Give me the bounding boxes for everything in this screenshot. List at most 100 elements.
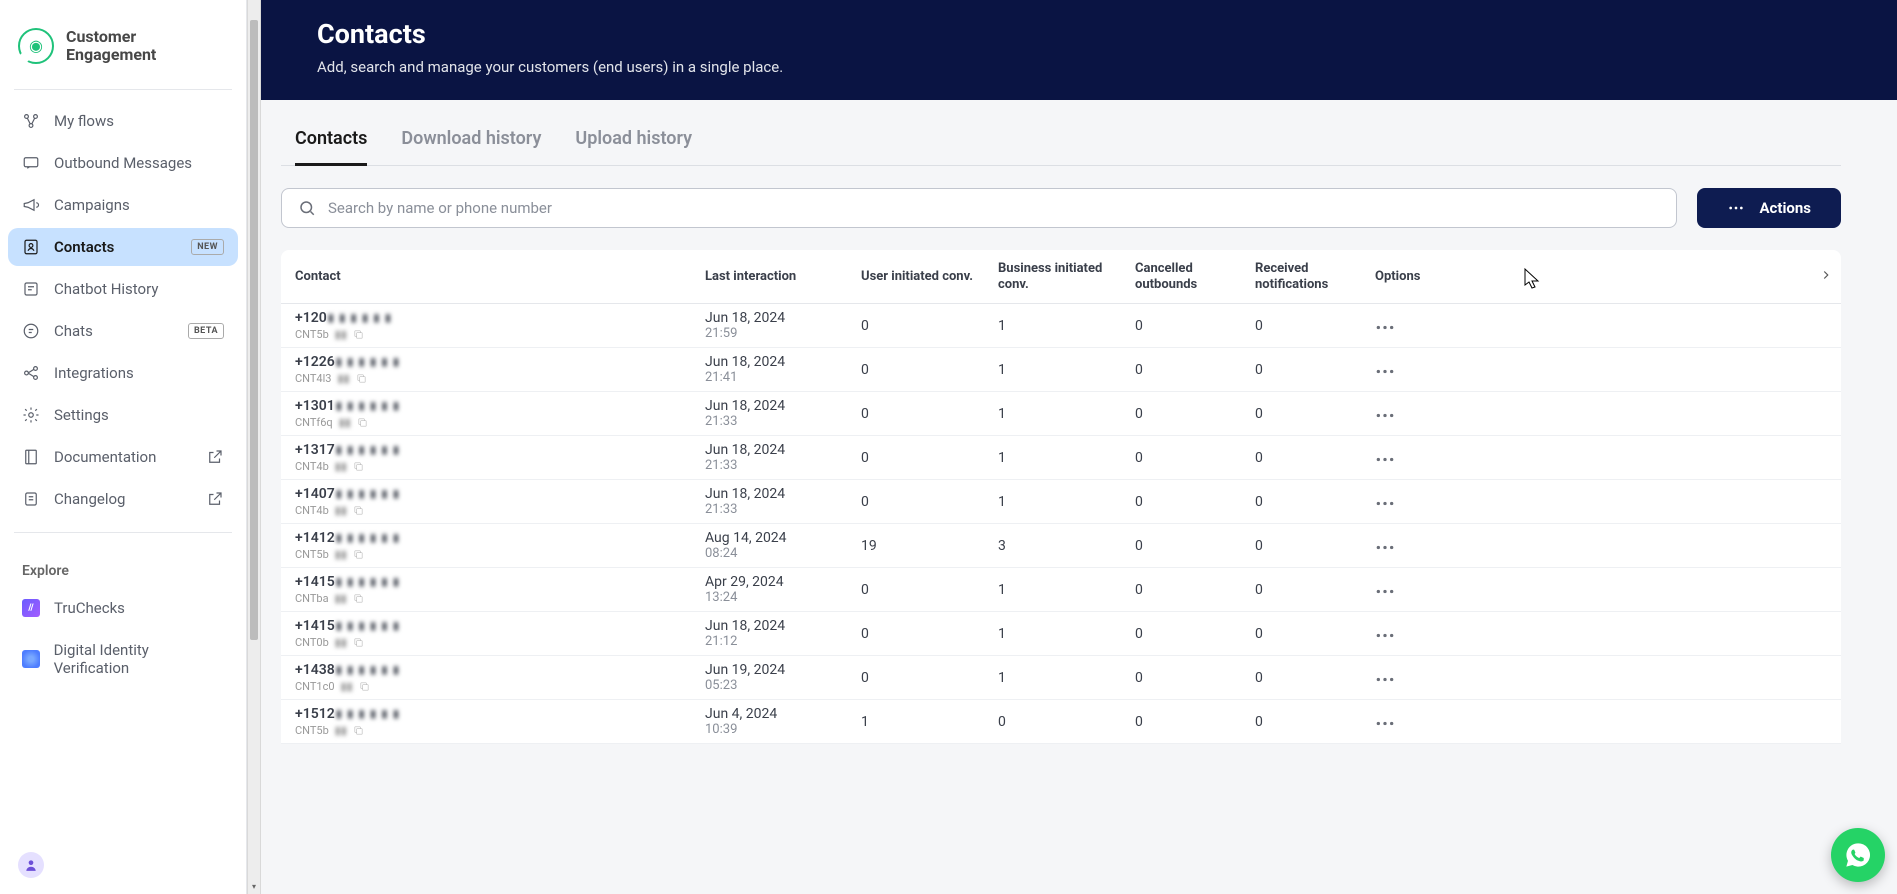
sidebar-scrollbar[interactable]: ▾ [247,0,261,894]
last-interaction-cell: Jun 18, 2024 21:33 [705,442,861,473]
copy-icon[interactable] [353,549,364,560]
nav-integrations[interactable]: Integrations [8,354,238,392]
user-avatar[interactable] [18,852,44,878]
copy-icon[interactable] [353,461,364,472]
copy-icon[interactable] [359,681,370,692]
last-interaction-cell: Apr 29, 2024 13:24 [705,574,861,605]
page-header: Contacts Add, search and manage your cus… [261,0,1897,100]
contact-code: CNTf6q▮▮ [295,416,705,429]
nav-outbound-messages[interactable]: Outbound Messages [8,144,238,182]
row-options-button[interactable] [1375,494,1475,510]
document-icon [22,448,40,466]
scroll-down-arrow-icon[interactable]: ▾ [248,880,260,894]
nav-label: Digital Identity Verification [54,641,224,677]
cancelled-outbounds-cell: 0 [1135,318,1255,334]
nav-changelog[interactable]: Changelog [8,480,238,518]
cancelled-outbounds-cell: 0 [1135,582,1255,598]
nav-label: Chatbot History [54,280,158,298]
business-initiated-cell: 0 [998,714,1135,730]
user-initiated-cell: 0 [861,362,998,378]
contact-code: CNT4b▮▮ [295,504,705,517]
tab-upload-history[interactable]: Upload history [575,122,692,166]
contact-code: CNT5b▮▮ [295,548,705,561]
nav-label: Integrations [54,364,134,382]
copy-icon[interactable] [353,505,364,516]
user-initiated-cell: 19 [861,538,998,554]
row-options-button[interactable] [1375,582,1475,598]
nav-settings[interactable]: Settings [8,396,238,434]
search-icon [298,199,316,217]
table-row[interactable]: +1412▮▮▮▮▮▮ CNT5b▮▮ Aug 14, 2024 08:24 1… [281,524,1841,568]
ellipsis-icon [1375,721,1395,726]
table-row[interactable]: +1512▮▮▮▮▮▮ CNT5b▮▮ Jun 4, 2024 10:39 1 … [281,700,1841,744]
table-row[interactable]: +1226▮▮▮▮▮▮ CNT4l3▮▮ Jun 18, 2024 21:41 … [281,348,1841,392]
actions-button[interactable]: Actions [1697,188,1841,228]
contact-code: CNT5b▮▮ [295,724,705,737]
received-notifications-cell: 0 [1255,714,1375,730]
copy-icon[interactable] [353,637,364,648]
nav-primary: My flows Outbound Messages Campaigns Con… [0,102,246,522]
explore-truchecks[interactable]: TruChecks [8,589,238,627]
contact-phone: +1438▮▮▮▮▮▮ [295,662,705,678]
contact-code: CNT4l3▮▮ [295,372,705,385]
scrollbar-thumb[interactable] [250,20,258,640]
sidebar: Customer Engagement My flows Outbound Me… [0,0,247,894]
received-notifications-cell: 0 [1255,670,1375,686]
divider [14,89,232,90]
tab-contacts[interactable]: Contacts [295,122,367,166]
copy-icon[interactable] [356,373,367,384]
nav-campaigns[interactable]: Campaigns [8,186,238,224]
tab-download-history[interactable]: Download history [401,122,541,166]
copy-icon[interactable] [353,593,364,604]
brand-text: Customer Engagement [66,28,156,65]
business-initiated-cell: 1 [998,318,1135,334]
search-input[interactable] [328,199,1660,217]
last-interaction-cell: Jun 18, 2024 21:41 [705,354,861,385]
table-row[interactable]: +1415▮▮▮▮▮▮ CNT0b▮▮ Jun 18, 2024 21:12 0… [281,612,1841,656]
contact-phone: +1226▮▮▮▮▮▮ [295,354,705,370]
table-row[interactable]: +120▮▮▮▮▮▮ CNT5b▮▮ Jun 18, 2024 21:59 0 … [281,304,1841,348]
copy-icon[interactable] [357,417,368,428]
integrations-icon [22,364,40,382]
contact-cell: +1415▮▮▮▮▮▮ CNT0b▮▮ [295,618,705,649]
table-header: Contact Last interaction User initiated … [281,250,1841,304]
nav-documentation[interactable]: Documentation [8,438,238,476]
expand-column-chevron-icon[interactable] [1819,268,1833,286]
table-row[interactable]: +1415▮▮▮▮▮▮ CNTba▮▮ Apr 29, 2024 13:24 0… [281,568,1841,612]
row-options-button[interactable] [1375,714,1475,730]
whatsapp-fab[interactable] [1831,828,1885,882]
contact-cell: +120▮▮▮▮▮▮ CNT5b▮▮ [295,310,705,341]
page-title: Contacts [317,18,1841,50]
contact-cell: +1412▮▮▮▮▮▮ CNT5b▮▮ [295,530,705,561]
tab-bar: Contacts Download history Upload history [281,122,1841,166]
row-options-button[interactable] [1375,318,1475,334]
nav-chatbot-history[interactable]: Chatbot History [8,270,238,308]
table-row[interactable]: +1317▮▮▮▮▮▮ CNT4b▮▮ Jun 18, 2024 21:33 0… [281,436,1841,480]
external-link-icon [206,490,224,508]
row-options-button[interactable] [1375,362,1475,378]
nav-label: Settings [54,406,109,424]
nav-chats[interactable]: Chats BETA [8,312,238,350]
table-row[interactable]: +1301▮▮▮▮▮▮ CNTf6q▮▮ Jun 18, 2024 21:33 … [281,392,1841,436]
search-box[interactable] [281,188,1677,228]
row-options-button[interactable] [1375,450,1475,466]
row-options-button[interactable] [1375,406,1475,422]
table-row[interactable]: +1407▮▮▮▮▮▮ CNT4b▮▮ Jun 18, 2024 21:33 0… [281,480,1841,524]
contact-code: CNT1c0▮▮ [295,680,705,693]
toolbar: Actions [281,188,1841,228]
row-options-button[interactable] [1375,626,1475,642]
ellipsis-icon [1375,545,1395,550]
row-options-button[interactable] [1375,538,1475,554]
nav-contacts[interactable]: Contacts NEW [8,228,238,266]
copy-icon[interactable] [353,329,364,340]
copy-icon[interactable] [353,725,364,736]
explore-digital-identity[interactable]: Digital Identity Verification [8,631,238,687]
table-row[interactable]: +1438▮▮▮▮▮▮ CNT1c0▮▮ Jun 19, 2024 05:23 … [281,656,1841,700]
row-options-button[interactable] [1375,670,1475,686]
divider [14,532,232,533]
cancelled-outbounds-cell: 0 [1135,670,1255,686]
col-contact: Contact [295,269,705,285]
business-initiated-cell: 3 [998,538,1135,554]
nav-my-flows[interactable]: My flows [8,102,238,140]
col-last-interaction: Last interaction [705,269,861,285]
